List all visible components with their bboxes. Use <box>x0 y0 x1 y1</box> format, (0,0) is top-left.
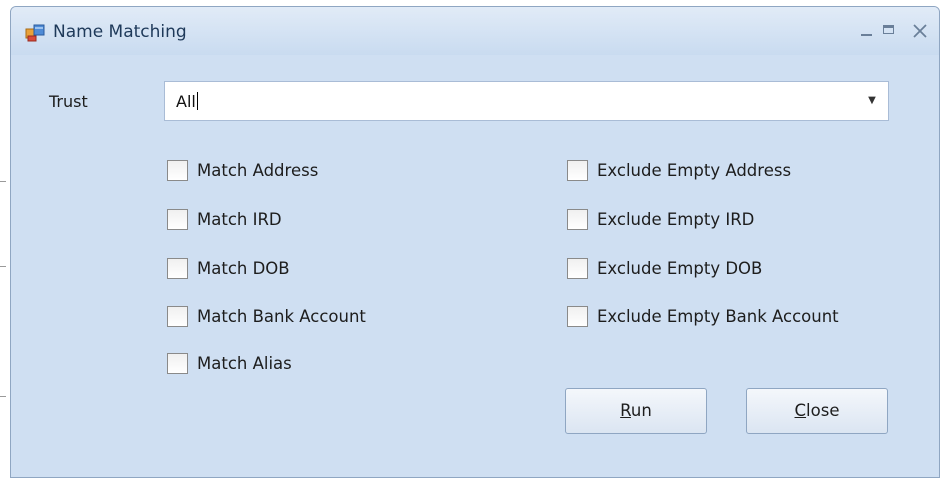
divider <box>0 266 6 267</box>
app-window-icon <box>25 24 45 42</box>
checkbox-box[interactable] <box>167 258 188 279</box>
checkbox-label: Exclude Empty Bank Account <box>597 307 839 326</box>
checkbox-box[interactable] <box>167 160 188 181</box>
close-button[interactable]: Close <box>746 388 888 434</box>
close-mnemonic: C <box>794 401 807 420</box>
text-caret <box>196 92 198 110</box>
close-label-rest: lose <box>806 401 840 420</box>
maximize-icon <box>883 25 894 34</box>
window-title: Name Matching <box>53 22 187 42</box>
checkbox-label: Exclude Empty DOB <box>597 259 763 278</box>
checkbox-label: Exclude Empty IRD <box>597 210 755 229</box>
checkbox-box[interactable] <box>167 353 188 374</box>
minimize-icon <box>861 34 872 36</box>
checkbox-box[interactable] <box>567 306 588 327</box>
name-matching-dialog: Name Matching Trust All ▼ Match Address … <box>10 6 940 478</box>
trust-label: Trust <box>49 92 88 111</box>
maximize-button[interactable] <box>876 19 902 43</box>
chevron-down-icon[interactable]: ▼ <box>858 84 886 118</box>
close-window-button[interactable] <box>907 19 933 43</box>
checkbox-label: Match Alias <box>197 354 292 373</box>
run-mnemonic: R <box>620 401 631 420</box>
checkbox-label: Match DOB <box>197 259 290 278</box>
background-left-edge <box>0 0 10 481</box>
checkbox-label: Match IRD <box>197 210 282 229</box>
checkbox-box[interactable] <box>167 306 188 327</box>
close-icon <box>913 24 927 38</box>
checkbox-label: Match Address <box>197 161 319 180</box>
checkbox-box[interactable] <box>167 209 188 230</box>
checkbox-box[interactable] <box>567 160 588 181</box>
title-bar[interactable]: Name Matching <box>11 7 939 55</box>
divider <box>0 396 6 397</box>
trust-dropdown[interactable]: All ▼ <box>164 81 889 121</box>
trust-value-text: All <box>176 92 196 111</box>
checkbox-box[interactable] <box>567 209 588 230</box>
trust-dropdown-value: All <box>176 92 198 111</box>
checkbox-label: Exclude Empty Address <box>597 161 792 180</box>
checkbox-label: Match Bank Account <box>197 307 366 326</box>
run-button[interactable]: Run <box>565 388 707 434</box>
run-label-rest: un <box>630 401 652 420</box>
checkbox-box[interactable] <box>567 258 588 279</box>
divider <box>0 181 6 182</box>
